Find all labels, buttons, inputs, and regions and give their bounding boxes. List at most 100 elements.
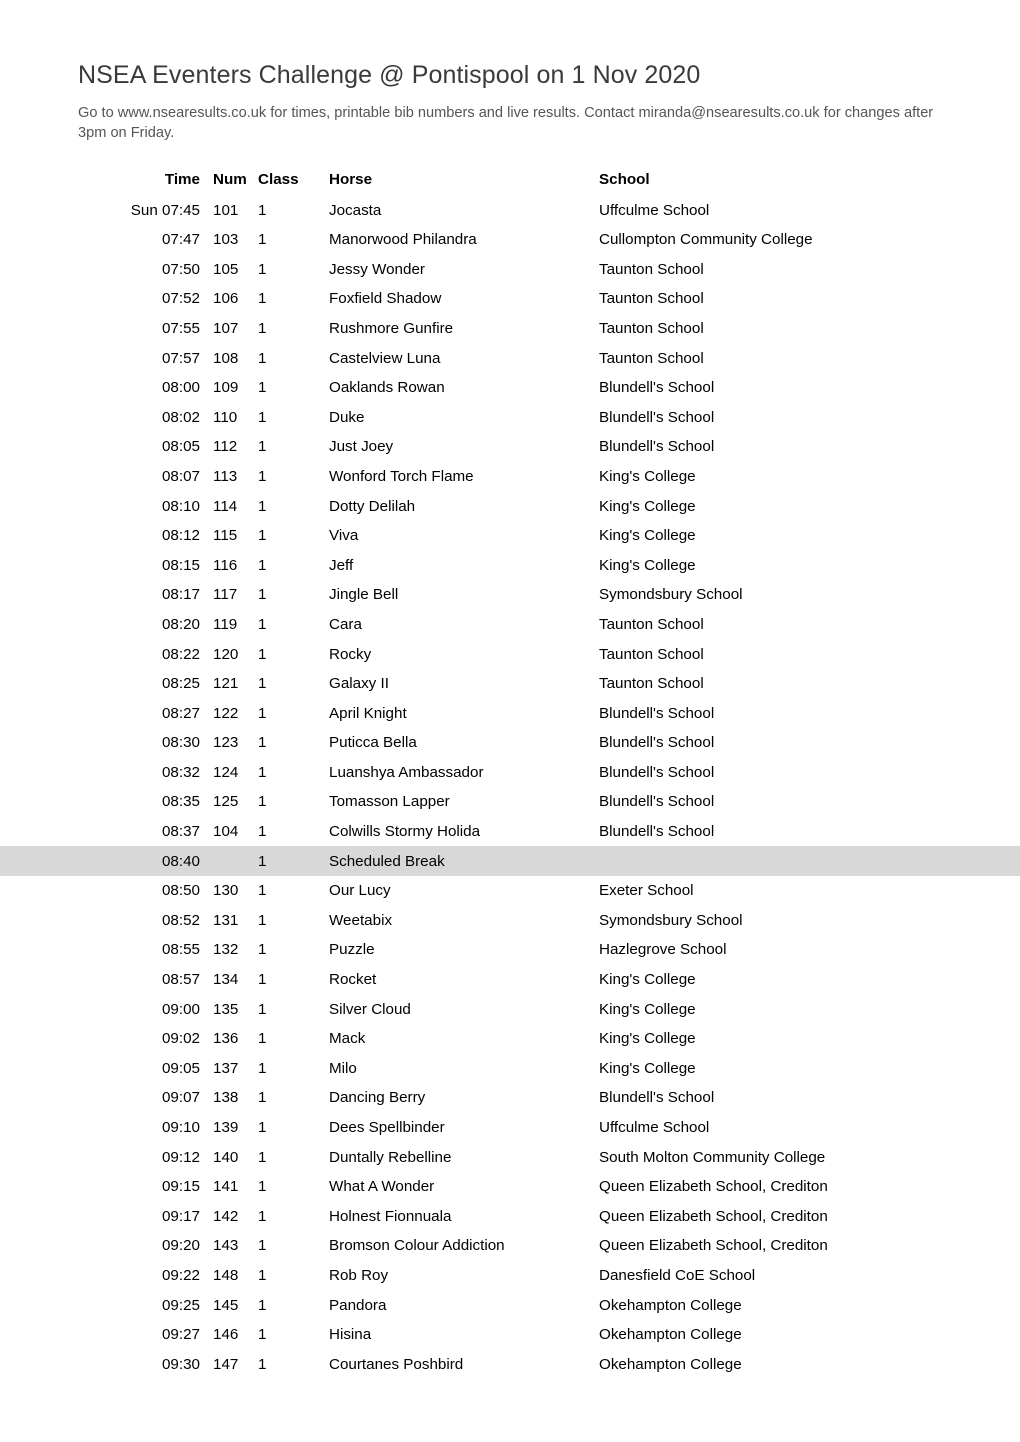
cell-class: 1 (258, 586, 267, 604)
table-row: 07:57 108 1 Castelview Luna Taunton School (0, 343, 1020, 373)
cell-horse: Oaklands Rowan (329, 379, 445, 397)
cell-school: Queen Elizabeth School, Crediton (599, 1178, 828, 1196)
cell-horse: Holnest Fionnuala (329, 1207, 452, 1225)
document-page: NSEA Eventers Challenge @ Pontispool on … (0, 0, 1020, 1442)
cell-time: 07:57 (161, 349, 200, 367)
column-header-time: Time (164, 171, 200, 189)
cell-num: 136 (213, 1030, 239, 1048)
cell-school: King's College (599, 971, 696, 989)
cell-horse: Our Lucy (329, 882, 391, 900)
cell-school: Okehampton College (599, 1296, 742, 1314)
cell-time: 07:52 (161, 290, 200, 308)
cell-school: Blundell's School (599, 763, 715, 781)
cell-horse: Rocky (329, 645, 372, 663)
cell-class: 1 (258, 527, 267, 545)
cell-school: Blundell's School (599, 793, 715, 811)
cell-class: 1 (258, 408, 267, 426)
table-header: Time Num Class Horse School (0, 165, 1020, 195)
cell-horse: Duke (329, 408, 365, 426)
cell-class: 1 (258, 1030, 267, 1048)
cell-time: 08:00 (161, 379, 200, 397)
cell-horse: Mack (329, 1030, 366, 1048)
cell-num: 130 (213, 882, 239, 900)
cell-class: 1 (258, 260, 267, 278)
table-row: 09:02 136 1 Mack King's College (0, 1024, 1020, 1054)
cell-num: 116 (213, 556, 238, 574)
cell-horse: Wonford Torch Flame (329, 467, 474, 485)
cell-num: 139 (213, 1119, 239, 1136)
cell-num: 104 (213, 823, 239, 841)
cell-num: 146 (213, 1326, 239, 1344)
cell-school: Blundell's School (599, 408, 715, 426)
cell-horse: Jocasta (329, 201, 382, 219)
table-row: 07:55 107 1 Rushmore Gunfire Taunton School (0, 314, 1020, 344)
cell-school: Blundell's School (599, 1089, 715, 1107)
cell-time: 08:55 (161, 941, 200, 959)
cell-class: 1 (258, 971, 267, 989)
table-row: 08:10 114 1 Dotty Delilah King's College (0, 491, 1020, 521)
cell-class: 1 (258, 1000, 267, 1018)
cell-school: Taunton School (599, 615, 704, 633)
cell-school: King's College (599, 1059, 696, 1077)
column-header-num: Num (213, 171, 247, 189)
document-header: NSEA Eventers Challenge @ Pontispool on … (0, 0, 1020, 143)
cell-num: 101 (213, 201, 239, 219)
cell-horse: Viva (329, 527, 359, 545)
table-row: 07:47 103 1 Manorwood Philandra Cullompton C… (0, 225, 1020, 255)
cell-num: 131 (213, 911, 239, 929)
table-row: 09:15 141 1 What A Wonder Queen Elizabeth Sc… (0, 1172, 1020, 1202)
table-row: 08:07 113 1 Wonford Torch Flame King's Colle… (0, 462, 1020, 492)
cell-time: 07:50 (161, 260, 200, 278)
cell-horse: Jeff (329, 556, 354, 574)
cell-time: 08:52 (161, 911, 200, 929)
table-row: 08:15 116 1 Jeff King's College (0, 550, 1020, 580)
cell-class: 1 (258, 704, 267, 722)
cell-time: 09:22 (161, 1266, 200, 1284)
cell-horse: Rob Roy (329, 1266, 389, 1284)
cell-school: Okehampton College (599, 1326, 742, 1344)
cell-class: 1 (258, 615, 267, 633)
cell-time: 08:22 (161, 645, 200, 663)
cell-horse: Weetabix (329, 911, 393, 929)
cell-school: Blundell's School (599, 823, 715, 841)
cell-school: Queen Elizabeth School, Crediton (599, 1207, 828, 1225)
table-row: 08:52 131 1 Weetabix Symondsbury School (0, 906, 1020, 936)
cell-num: 122 (213, 704, 239, 722)
cell-num: 119 (213, 615, 238, 633)
cell-time: 09:10 (161, 1119, 200, 1136)
cell-num: 142 (213, 1207, 239, 1225)
cell-time: 09:25 (161, 1296, 200, 1314)
cell-time: 08:37 (161, 823, 200, 841)
table-row: 08:27 122 1 April Knight Blundell's School (0, 698, 1020, 728)
cell-class: 1 (258, 882, 267, 900)
schedule-table: Time Num Class Horse School Sun 07:45 101… (0, 165, 1020, 1379)
cell-class: 1 (258, 1326, 267, 1344)
cell-num: 145 (213, 1296, 239, 1314)
cell-time: Sun 07:45 (130, 201, 200, 219)
table-row: 07:52 106 1 Foxfield Shadow Taunton School (0, 284, 1020, 314)
cell-horse: Rocket (329, 971, 377, 989)
cell-time: 09:15 (161, 1178, 200, 1196)
cell-class: 1 (258, 1296, 267, 1314)
table-body: Sun 07:45 101 1 Jocasta Uffculme School 07:47… (0, 195, 1020, 1379)
cell-num: 147 (213, 1355, 239, 1373)
cell-horse: Cara (329, 615, 362, 633)
table-row: 08:17 117 1 Jingle Bell Symondsbury School (0, 580, 1020, 610)
cell-class: 1 (258, 379, 267, 397)
cell-class: 1 (258, 201, 267, 219)
cell-time: 07:55 (161, 319, 200, 337)
cell-horse: Colwills Stormy Holida (329, 823, 481, 841)
cell-class: 1 (258, 793, 267, 811)
cell-school: Blundell's School (599, 438, 715, 456)
cell-horse: Luanshya Ambassador (329, 763, 484, 781)
cell-horse: Pandora (329, 1296, 387, 1314)
table-row: 09:30 147 1 Courtanes Poshbird Okehampton Co… (0, 1349, 1020, 1379)
cell-school: Hazlegrove School (599, 941, 727, 959)
cell-horse: What A Wonder (329, 1178, 435, 1196)
cell-horse: Rushmore Gunfire (329, 319, 454, 337)
cell-school: Exeter School (599, 882, 694, 900)
cell-horse: Hisina (329, 1326, 372, 1344)
cell-horse: Dees Spellbinder (329, 1119, 445, 1136)
table-row: 08:50 130 1 Our Lucy Exeter School (0, 876, 1020, 906)
cell-class: 1 (258, 290, 267, 308)
